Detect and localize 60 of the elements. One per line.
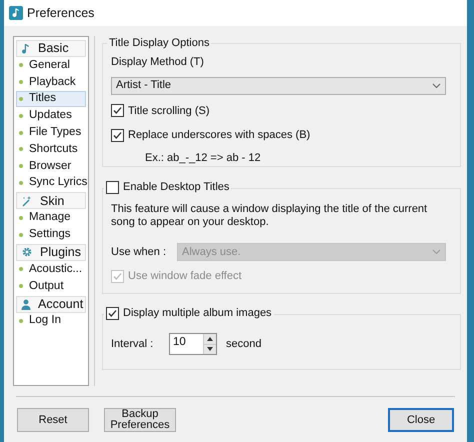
interval-spinner[interactable]: 10 [169,333,217,355]
example-text: Ex.: ab_-_12 => ab - 12 [145,150,262,166]
bullet-icon [19,80,23,84]
chevron-down-icon [432,249,441,255]
sidebar-group-header[interactable]: Plugins [16,244,86,261]
field-label: Interval : [111,336,154,352]
chevron-down-icon [432,82,441,88]
field-label: Use when : [111,244,168,260]
sidebar-item[interactable]: Browser [16,158,86,175]
sidebar-item[interactable]: Shortcuts [16,140,86,158]
sidebar-item[interactable]: Output [16,278,86,295]
dialog-button[interactable]: Backup Preferences [104,408,176,432]
checkbox-label: Use window fade effect [128,269,242,284]
gear-icon [21,246,33,258]
checkbox-label: Display multiple album images [123,306,272,321]
magic-wand-icon [21,194,33,207]
bullet-icon [19,180,23,185]
window-title: Preferences [27,4,94,22]
sidebar-item[interactable]: Updates [16,107,86,124]
default-button[interactable]: Close [388,408,454,432]
bullet-icon [19,216,23,220]
checkbox-label: Enable Desktop Titles [123,180,230,195]
description-text: This feature will cause a window displaying the title of the current song to appear on your desktop. [111,203,428,229]
sidebar-group-header[interactable]: Skin [16,192,86,210]
bullet-icon [19,164,23,168]
bullet-icon [19,284,23,288]
sidebar-group-header[interactable]: Account [16,296,86,313]
bullet-icon [19,267,23,272]
bullet-icon [19,130,23,135]
bullet-icon [19,147,23,152]
sidebar-group-header[interactable]: Basic [16,40,86,57]
display-method-dropdown[interactable]: Artist - Title [111,76,446,94]
bullet-icon [19,318,23,323]
group-legend: Title Display Options [107,36,212,50]
sidebar-item[interactable]: Settings [16,226,86,243]
checkbox[interactable] [106,181,119,194]
field-label: Display Method (T) [111,55,205,70]
unit-label: second [226,336,262,352]
checkbox[interactable] [106,307,119,320]
sidebar-item[interactable]: Acoustic... [16,260,86,278]
music-note-icon [21,42,31,54]
bullet-icon [19,114,23,118]
bullet-icon [19,96,23,101]
sidebar-item[interactable]: File Types [16,124,86,141]
sidebar-item[interactable]: Manage [16,209,86,226]
checkbox[interactable] [111,104,124,118]
dialog-button[interactable]: Reset [17,408,89,432]
sidebar-item[interactable]: Sync Lyrics [16,174,86,192]
checkbox-label: Replace underscores with spaces (B) [128,128,310,143]
spin-up-icon[interactable] [204,334,216,344]
bullet-icon [19,232,23,237]
sidebar-item[interactable]: Playback [16,74,86,91]
sidebar-item[interactable]: General [16,57,86,74]
sidebar-item[interactable]: Log In [16,312,86,330]
checkbox-label: Title scrolling (S) [128,104,210,118]
sidebar-item[interactable]: Titles [16,90,86,108]
bullet-icon [19,63,23,68]
person-icon [21,298,31,310]
app-logo-icon [9,6,23,20]
checkbox[interactable] [111,128,124,142]
